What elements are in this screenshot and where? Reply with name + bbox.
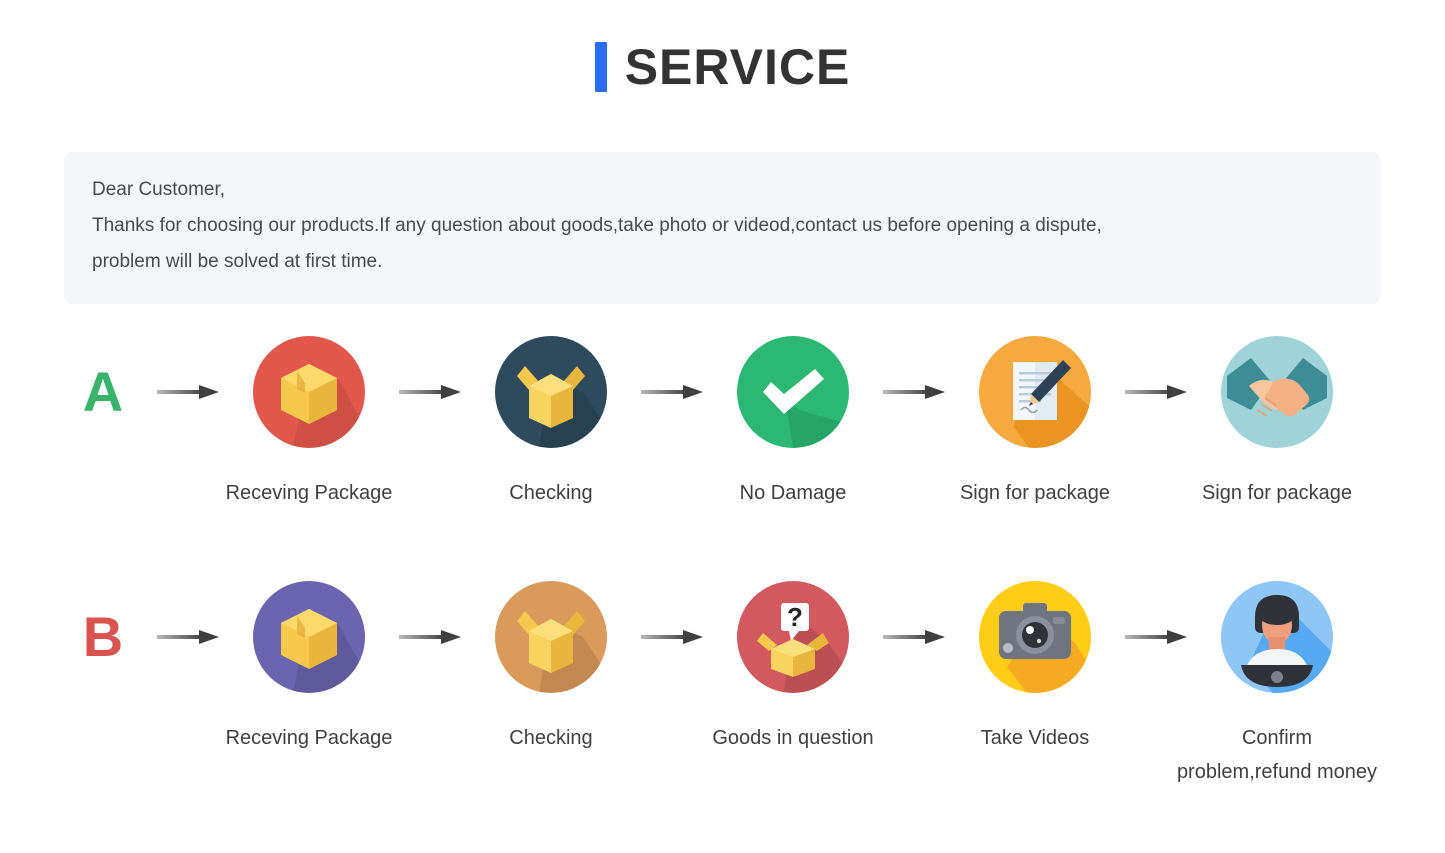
open-box-icon (495, 581, 607, 693)
flow-step: Sign for package (1202, 330, 1352, 510)
step-label: Take Videos (980, 727, 1090, 749)
page-title: SERVICE (0, 0, 1445, 92)
question-box-icon: ? (737, 581, 849, 693)
notice-line-3: problem will be solved at first time. (92, 251, 383, 272)
customer-notice-box: Dear Customer, Thanks for choosing our p… (64, 152, 1381, 304)
marker-letter-b: B (82, 605, 124, 668)
document-pen-icon (979, 336, 1091, 448)
step-label: Checking (509, 482, 593, 504)
camera-icon (979, 581, 1091, 693)
step-label: Sign for package (1201, 482, 1353, 504)
right-arrow-icon (142, 330, 234, 454)
flow-row-a: A Receving Package Checking No Damage Si… (64, 330, 1394, 510)
step-label: Checking (509, 727, 593, 749)
flow-row-b: B Receving Package Checking ? Goods in q… (64, 575, 1394, 789)
right-arrow-icon (384, 575, 476, 699)
right-arrow-icon (868, 330, 960, 454)
title-accent-bar (594, 42, 607, 92)
flow-step: Receving Package (226, 575, 392, 755)
step-label: Confirm problem,refund money (1176, 727, 1378, 783)
flow-step: Confirm problem,refund money (1177, 575, 1377, 789)
step-label: Goods in question (712, 727, 874, 749)
service-page: SERVICE Dear Customer, Thanks for choosi… (0, 0, 1445, 853)
step-label: Receving Package (225, 727, 393, 749)
handshake-icon (1221, 336, 1333, 448)
person-avatar-icon (1221, 581, 1333, 693)
right-arrow-icon (626, 330, 718, 454)
page-title-text: SERVICE (624, 39, 851, 95)
check-mark-icon (737, 336, 849, 448)
flow-step: ? Goods in question (712, 575, 874, 755)
right-arrow-icon (626, 575, 718, 699)
step-label: Sign for package (959, 482, 1111, 504)
svg-text:?: ? (787, 602, 803, 632)
notice-line-2: Thanks for choosing our products.If any … (92, 215, 1102, 236)
closed-box-icon (253, 336, 365, 448)
notice-line-1: Dear Customer, (92, 179, 226, 200)
flow-marker-a: A (64, 330, 142, 454)
flow-step: No Damage (718, 330, 868, 510)
right-arrow-icon (1110, 575, 1202, 699)
flow-step: Checking (476, 330, 626, 510)
right-arrow-icon (868, 575, 960, 699)
marker-letter-a: A (82, 360, 124, 423)
flow-step: Take Videos (960, 575, 1110, 755)
flow-step: Receving Package (226, 330, 392, 510)
right-arrow-icon (142, 575, 234, 699)
step-label: No Damage (739, 482, 847, 504)
closed-box-icon (253, 581, 365, 693)
flow-marker-b: B (64, 575, 142, 699)
flow-step: Sign for package (960, 330, 1110, 510)
open-box-icon (495, 336, 607, 448)
right-arrow-icon (384, 330, 476, 454)
right-arrow-icon (1110, 330, 1202, 454)
step-label: Receving Package (225, 482, 393, 504)
flow-step: Checking (476, 575, 626, 755)
